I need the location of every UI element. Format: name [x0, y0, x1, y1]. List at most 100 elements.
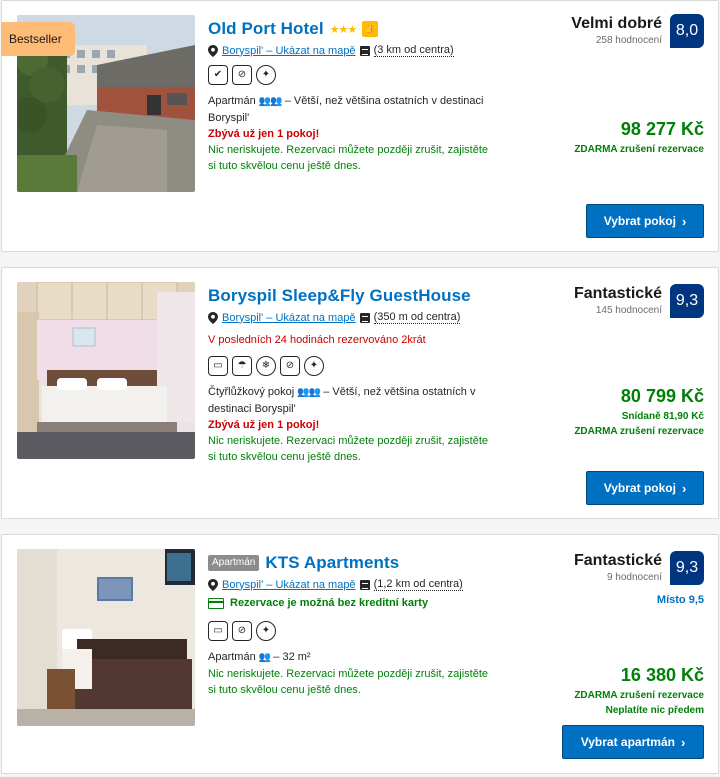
free-cancellation-label: ZDARMA zrušení rezervace: [574, 690, 704, 701]
recently-booked-note: V posledních 24 hodinách rezervováno 2kr…: [208, 334, 426, 346]
hotel-name-link[interactable]: KTS Apartments: [265, 553, 399, 573]
review-word: Velmi dobré: [571, 15, 662, 32]
price-block: 16 380 Kč ZDARMA zrušení rezervace Nepla…: [574, 665, 704, 718]
location-row: Boryspil' – Ukázat na mapě (350 m od cen…: [208, 311, 508, 324]
sparkle-icon: ✦: [256, 65, 276, 85]
price: 98 277 Kč: [620, 119, 704, 139]
breakfast-price: Snídaně 81,90 Kč: [621, 411, 704, 422]
hotel-photo[interactable]: [17, 282, 195, 459]
hotel-photo[interactable]: [17, 549, 195, 726]
review-word: Fantastické: [573, 285, 662, 302]
metro-icon: [359, 579, 370, 590]
review-word: Fantastické: [573, 552, 662, 569]
bestseller-ribbon: Bestseller: [1, 22, 75, 56]
distance-from-center: (3 km od centra): [373, 44, 454, 57]
tv-icon: ▭: [208, 356, 228, 376]
sparkle-icon: ✦: [304, 356, 324, 376]
hotel-title-row: Old Port Hotel ★★★ 👍: [208, 18, 508, 40]
review-block[interactable]: Fantastické 145 hodnocení 9,3: [574, 284, 704, 318]
snowflake-icon: ❄: [256, 356, 276, 376]
show-on-map-link[interactable]: Boryspil' – Ukázat na mapě: [222, 312, 356, 324]
credit-card-icon: [208, 597, 224, 609]
umbrella-icon: ☂: [232, 356, 252, 376]
review-score-badge: 9,3: [670, 284, 704, 318]
people-icon: 👥: [258, 652, 271, 663]
amenities-row: ▭ ⊘ ✦: [208, 621, 508, 641]
map-pin-icon: [208, 311, 218, 324]
review-block[interactable]: Fantastické 9 hodnocení 9,3: [574, 551, 704, 585]
review-score-badge: 9,3: [670, 551, 704, 585]
free-cancel-note: Nic neriskujete. Rezervaci můžete pozděj…: [208, 668, 489, 696]
hotel-title-row: Boryspil Sleep&Fly GuestHouse: [208, 285, 508, 307]
hotel-photo-image: [17, 282, 195, 459]
no-smoking-icon: ⊘: [232, 621, 252, 641]
room-description: Apartmán 👥 – 32 m²: [208, 649, 488, 666]
no-credit-card-text: Rezervace je možná bez kreditní karty: [230, 597, 429, 609]
review-count: 9 hodnocení: [606, 572, 662, 583]
map-pin-icon: [208, 44, 218, 57]
thumbs-up-icon: 👍: [362, 21, 379, 37]
price: 16 380 Kč: [620, 665, 704, 685]
amenities-row: ▭ ☂ ❄ ⊘ ✦: [208, 356, 508, 376]
sparkle-icon: ✦: [256, 621, 276, 641]
show-on-map-link[interactable]: Boryspil' – Ukázat na mapě: [222, 45, 356, 57]
room-desc-text: – 32 m²: [270, 651, 311, 663]
star-rating: ★★★: [329, 23, 358, 36]
hotel-name-link[interactable]: Old Port Hotel: [208, 19, 324, 39]
room-type: Apartmán: [208, 95, 256, 107]
review-block[interactable]: Velmi dobré 258 hodnocení 8,0: [571, 14, 704, 48]
price: 80 799 Kč: [620, 386, 704, 406]
people-icon: 👥👥: [297, 387, 321, 398]
chevron-right-icon: ›: [680, 734, 686, 750]
no-smoking-icon: ⊘: [232, 65, 252, 85]
free-cancellation-label: ZDARMA zrušení rezervace: [574, 426, 704, 437]
distance-from-center: (350 m od centra): [373, 311, 461, 324]
hotel-title-row: Apartmán KTS Apartments: [208, 552, 508, 574]
review-count: 145 hodnocení: [595, 305, 662, 316]
people-icon: 👥👥: [258, 96, 283, 107]
select-room-button[interactable]: Vybrat pokoj ›: [586, 204, 704, 238]
hotel-name-link[interactable]: Boryspil Sleep&Fly GuestHouse: [208, 286, 471, 306]
distance-from-center: (1,2 km od centra): [373, 578, 463, 591]
location-score: Místo 9,5: [656, 594, 704, 606]
location-row: Boryspil' – Ukázat na mapě (1,2 km od ce…: [208, 578, 508, 591]
chevron-right-icon: ›: [681, 213, 687, 229]
select-apartment-button[interactable]: Vybrat apartmán ›: [562, 725, 704, 759]
rooms-left-warning: Zbývá už jen 1 pokoj!: [208, 419, 320, 431]
hotel-info: Boryspil Sleep&Fly GuestHouse Boryspil' …: [208, 285, 508, 465]
free-cancel-note: Nic neriskujete. Rezervaci můžete pozděj…: [208, 435, 489, 463]
amenities-row: ✔ ⊘ ✦: [208, 65, 508, 85]
metro-icon: [359, 45, 370, 56]
hotel-photo-image: [17, 549, 195, 726]
room-description: Čtyřlůžkový pokoj 👥👥 – Větší, než většin…: [208, 384, 488, 417]
show-on-map-link[interactable]: Boryspil' – Ukázat na mapě: [222, 579, 356, 591]
free-cancellation-label: ZDARMA zrušení rezervace: [574, 144, 704, 155]
price-block: 80 799 Kč Snídaně 81,90 Kč ZDARMA zrušen…: [574, 386, 704, 439]
hotel-card: Bestseller Old Port Hotel ★★★ 👍 Boryspil…: [1, 0, 719, 252]
hotel-card: Boryspil Sleep&Fly GuestHouse Boryspil' …: [1, 267, 719, 519]
rooms-left-warning: Zbývá už jen 1 pokoj!: [208, 128, 320, 140]
review-count: 258 hodnocení: [595, 35, 662, 46]
price-block: 98 277 Kč ZDARMA zrušení rezervace: [574, 119, 704, 157]
property-type-badge: Apartmán: [208, 555, 260, 571]
hotel-card: Apartmán KTS Apartments Boryspil' – Ukáz…: [1, 534, 719, 774]
select-room-button[interactable]: Vybrat pokoj ›: [586, 471, 704, 505]
check-circle-icon: ✔: [208, 65, 228, 85]
no-smoking-icon: ⊘: [280, 356, 300, 376]
hotel-info: Old Port Hotel ★★★ 👍 Boryspil' – Ukázat …: [208, 18, 508, 174]
select-room-label: Vybrat pokoj: [603, 214, 676, 228]
review-text: Velmi dobré 258 hodnocení: [571, 14, 662, 46]
room-type: Čtyřlůžkový pokoj: [208, 386, 295, 398]
map-pin-icon: [208, 578, 218, 591]
metro-icon: [359, 312, 370, 323]
review-text: Fantastické 145 hodnocení: [574, 284, 662, 316]
location-row: Boryspil' – Ukázat na mapě (3 km od cent…: [208, 44, 508, 57]
room-type: Apartmán: [208, 651, 256, 663]
no-credit-card-note: Rezervace je možná bez kreditní karty: [208, 597, 508, 609]
select-room-label: Vybrat pokoj: [603, 481, 676, 495]
room-description: Apartmán 👥👥 – Větší, než většina ostatní…: [208, 93, 488, 126]
no-prepayment-label: Neplatíte nic předem: [605, 705, 704, 716]
review-text: Fantastické 9 hodnocení: [574, 551, 662, 583]
chevron-right-icon: ›: [681, 480, 687, 496]
select-apartment-label: Vybrat apartmán: [580, 735, 675, 749]
